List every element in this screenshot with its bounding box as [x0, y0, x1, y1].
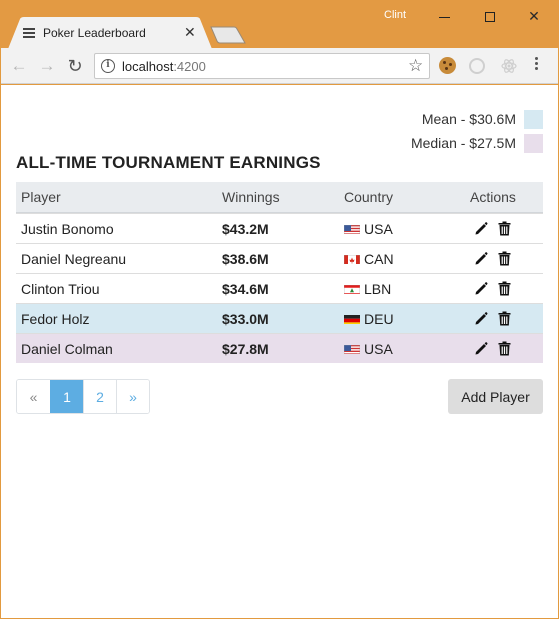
legend-median-label: Median - $27.5M [410, 135, 516, 151]
winnings-value: $33.0M [222, 310, 269, 327]
column-header-winnings: Winnings [222, 189, 280, 205]
player-name: Daniel Colman [21, 340, 113, 357]
back-arrow-icon[interactable]: ← [9, 56, 29, 76]
row-actions [474, 334, 522, 363]
row-actions [474, 214, 522, 243]
winnings-value: $27.8M [222, 340, 269, 357]
url-port: :4200 [173, 59, 206, 74]
column-header-player: Player [21, 189, 61, 205]
table-row: Daniel Negreanu $38.6M CAN [16, 243, 543, 273]
row-actions [474, 274, 522, 303]
address-bar[interactable]: i localhost:4200 ☆ [94, 53, 430, 79]
player-name: Daniel Negreanu [21, 250, 127, 267]
legend-mean-swatch [524, 109, 543, 129]
close-window-icon[interactable]: ✕ [514, 3, 554, 29]
browser-menu-icon[interactable] [535, 57, 539, 72]
table-row: Clinton Triou $34.6M LBN [16, 273, 543, 303]
legend-median-swatch [524, 133, 543, 153]
pagination-next[interactable]: » [116, 380, 149, 413]
delete-icon[interactable] [498, 281, 512, 296]
pagination: « 1 2 » [16, 379, 150, 414]
maximize-icon[interactable] [470, 3, 510, 29]
winnings-value: $38.6M [222, 250, 269, 267]
row-actions [474, 244, 522, 273]
lbn-flag-icon [344, 283, 360, 294]
delete-icon[interactable] [498, 341, 512, 356]
window-titlebar: Poker Leaderboard ✕ Clint ✕ [0, 0, 559, 49]
extension-icon[interactable] [469, 58, 485, 74]
country-code: DEU [364, 310, 394, 327]
winnings-value: $34.6M [222, 280, 269, 297]
delete-icon[interactable] [498, 221, 512, 236]
url-text: localhost:4200 [122, 59, 206, 74]
tab-menu-icon [23, 28, 35, 38]
delete-icon[interactable] [498, 251, 512, 266]
info-icon[interactable]: i [101, 59, 115, 73]
player-name: Clinton Triou [21, 280, 100, 297]
delete-icon[interactable] [498, 311, 512, 326]
edit-icon[interactable] [474, 281, 488, 296]
deu-flag-icon [344, 313, 360, 324]
edit-icon[interactable] [474, 251, 488, 266]
country-code: LBN [364, 280, 392, 297]
bookmark-star-icon[interactable]: ☆ [408, 56, 423, 76]
can-flag-icon [344, 253, 360, 264]
usa-flag-icon [344, 223, 360, 234]
country-code: USA [364, 340, 393, 357]
country-cell: CAN [344, 244, 394, 273]
new-tab-button[interactable] [210, 26, 246, 44]
reload-icon[interactable]: ↻ [65, 56, 85, 76]
tab-title: Poker Leaderboard [43, 26, 146, 40]
edit-icon[interactable] [474, 221, 488, 236]
cookie-extension-icon[interactable] [439, 57, 456, 74]
browser-toolbar: ← → ↻ i localhost:4200 ☆ [1, 48, 558, 84]
table-row: Daniel Colman $27.8M USA [16, 333, 543, 363]
forward-arrow-icon[interactable]: → [37, 56, 57, 76]
pagination-prev[interactable]: « [17, 380, 50, 413]
table-row: Fedor Holz $33.0M DEU [16, 303, 543, 333]
add-player-button[interactable]: Add Player [448, 379, 543, 414]
column-header-country: Country [344, 189, 394, 205]
browser-tab[interactable]: Poker Leaderboard ✕ [8, 17, 212, 49]
country-cell: USA [344, 214, 393, 243]
country-cell: LBN [344, 274, 391, 303]
table-row: Justin Bonomo $43.2M USA [16, 213, 543, 243]
page-content: Mean - $30.6M Median - $27.5M ALL-TIME T… [1, 85, 558, 618]
legend-mean: Mean - $30.6M [422, 109, 543, 129]
edit-icon[interactable] [474, 311, 488, 326]
country-cell: USA [344, 334, 393, 363]
country-code: CAN [364, 250, 394, 267]
country-cell: DEU [344, 304, 394, 333]
tab-close-icon[interactable]: ✕ [184, 24, 196, 41]
pagination-page-1[interactable]: 1 [50, 380, 83, 413]
window-user-name: Clint [384, 9, 407, 21]
row-actions [474, 304, 522, 333]
winnings-value: $43.2M [222, 220, 269, 237]
url-host: localhost [122, 59, 174, 74]
edit-icon[interactable] [474, 341, 488, 356]
page-title: ALL-TIME TOURNAMENT EARNINGS [16, 153, 321, 172]
table-body: Justin Bonomo $43.2M USA Daniel Negreanu $38… [16, 213, 543, 363]
table-header-row: Player Winnings Country Actions [16, 182, 543, 213]
react-devtools-icon[interactable] [501, 58, 517, 74]
column-header-actions: Actions [470, 189, 516, 205]
minimize-icon[interactable] [424, 3, 464, 29]
country-code: USA [364, 220, 393, 237]
legend-median: Median - $27.5M [411, 133, 543, 153]
usa-flag-icon [344, 343, 360, 354]
pagination-page-2[interactable]: 2 [83, 380, 116, 413]
player-name: Fedor Holz [21, 310, 90, 327]
leaderboard-table: Player Winnings Country Actions Justin B… [16, 182, 543, 363]
player-name: Justin Bonomo [21, 220, 114, 237]
legend-mean-label: Mean - $30.6M [421, 111, 516, 127]
